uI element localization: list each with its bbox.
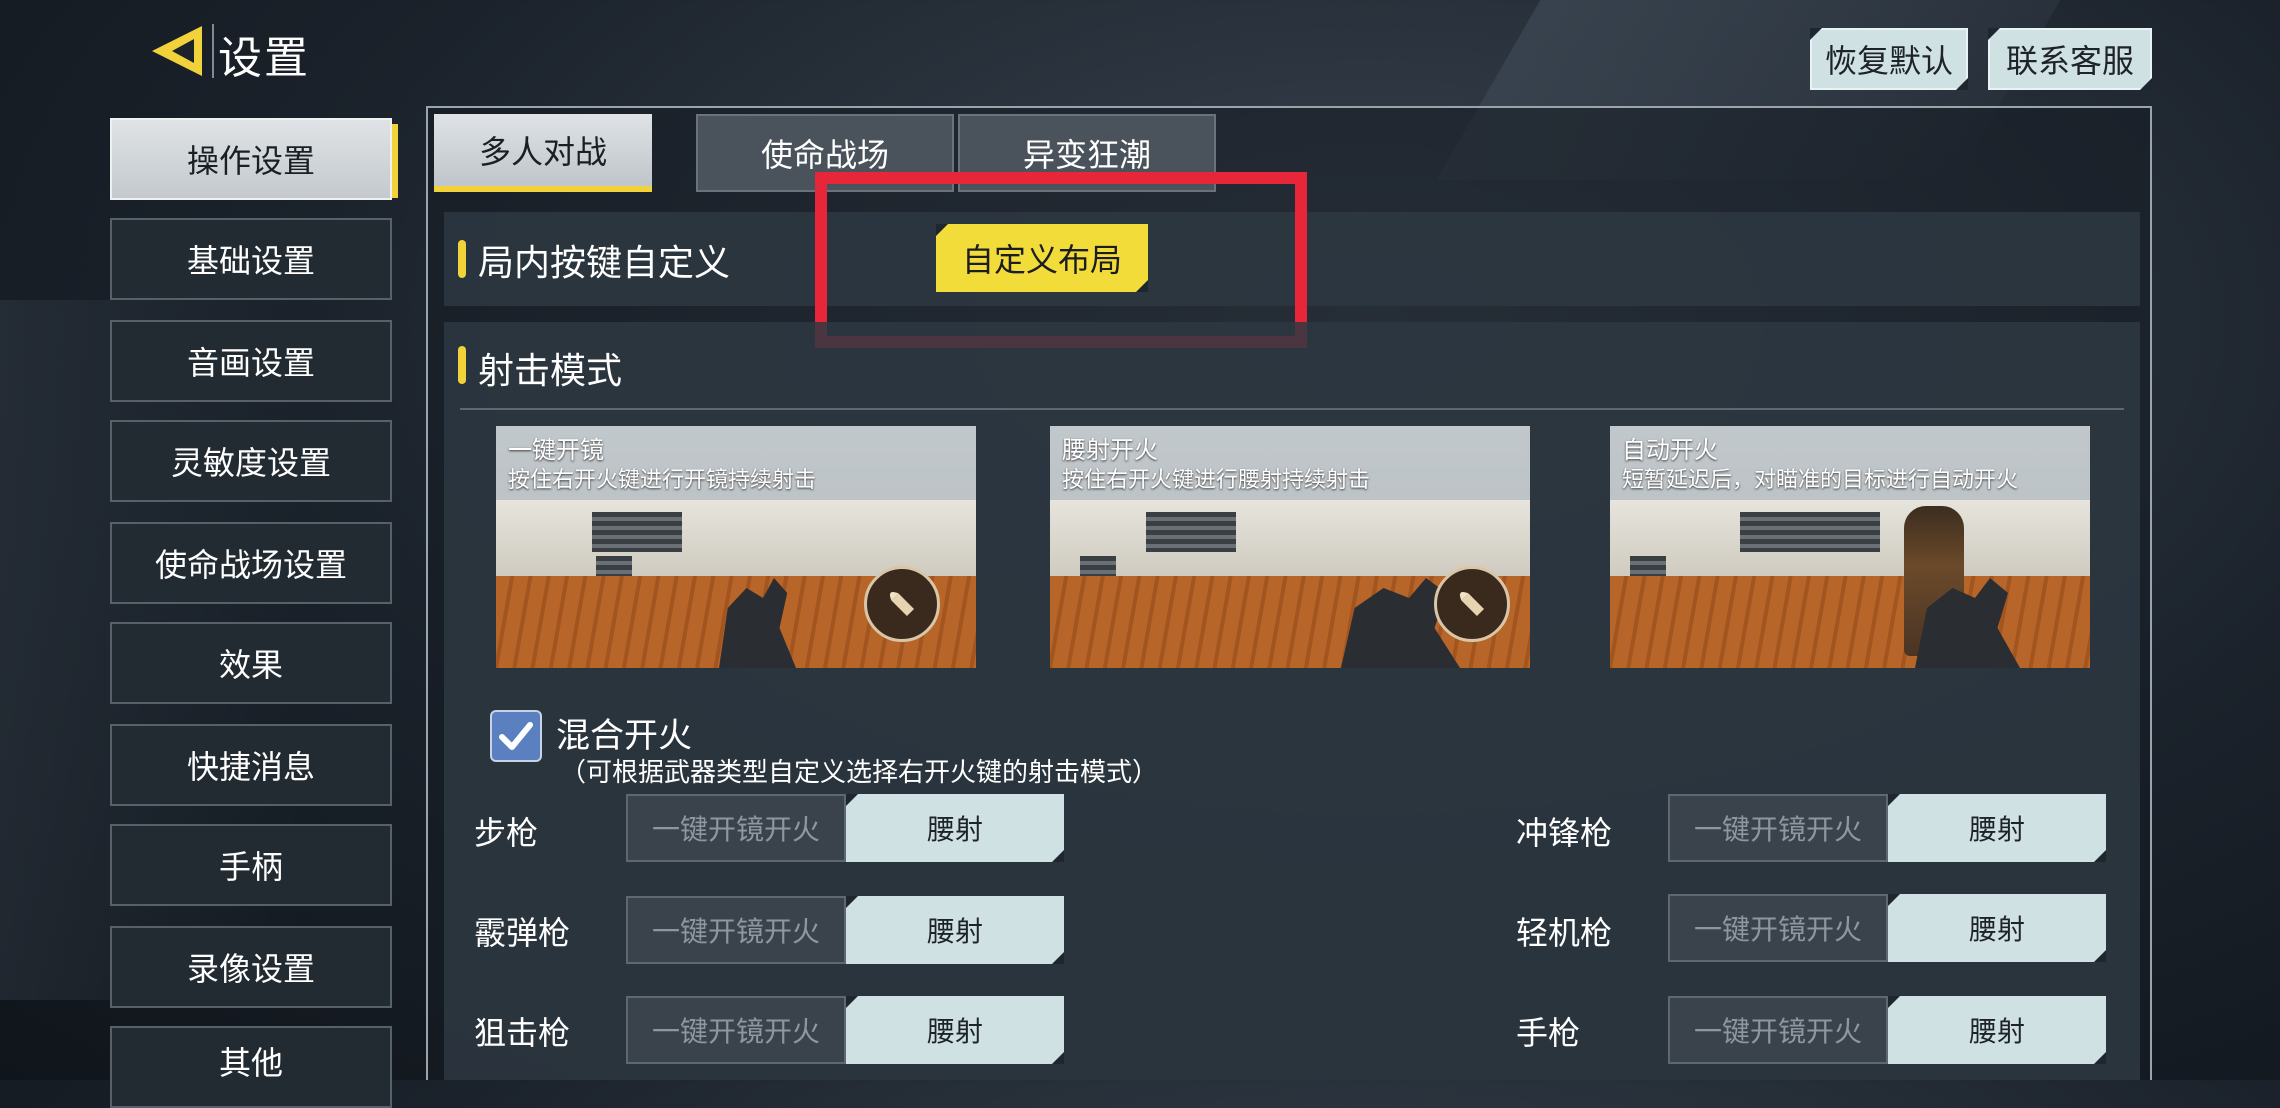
lmg-option-ads[interactable]: 一键开镜开火 xyxy=(1668,894,1888,962)
checkmark-icon xyxy=(499,722,533,750)
custom-keys-title: 局内按键自定义 xyxy=(478,243,731,284)
weapon-label-smg: 冲锋枪 xyxy=(1516,814,1613,852)
smg-option-ads[interactable]: 一键开镜开火 xyxy=(1668,794,1888,862)
section-divider xyxy=(460,408,2124,410)
tab-battle-royale[interactable]: 使命战场 xyxy=(696,114,954,192)
mode-card-ads-fire[interactable]: 一键开镜 按住右开火键进行开镜持续射击 xyxy=(496,426,976,668)
lmg-option-hip[interactable]: 腰射 xyxy=(1888,894,2106,962)
restore-default-button[interactable]: 恢复默认 xyxy=(1810,28,1968,90)
rifle-fire-mode-selector: 一键开镜开火 腰射 xyxy=(626,794,1064,862)
card-title: 自动开火 xyxy=(1622,436,1718,464)
card-description: 按住右开火键进行腰射持续射击 xyxy=(1062,468,1371,493)
contact-support-button[interactable]: 联系客服 xyxy=(1988,28,2152,90)
sidebar-item-audio-video[interactable]: 音画设置 xyxy=(110,320,392,402)
mode-card-hip-fire[interactable]: 腰射开火 按住右开火键进行腰射持续射击 xyxy=(1050,426,1530,668)
page-title: 设置 xyxy=(218,33,310,84)
sidebar-item-operation[interactable]: 操作设置 xyxy=(110,118,398,200)
card-scene-vent xyxy=(1146,512,1236,552)
smg-fire-mode-selector: 一键开镜开火 腰射 xyxy=(1668,794,2106,862)
title-divider xyxy=(212,24,214,78)
back-button[interactable] xyxy=(148,20,210,82)
card-description: 按住右开火键进行开镜持续射击 xyxy=(508,468,817,493)
shoot-mode-title: 射击模式 xyxy=(478,351,623,392)
section-marker xyxy=(458,346,466,384)
shotgun-fire-mode-selector: 一键开镜开火 腰射 xyxy=(626,896,1064,964)
mixed-fire-label: 混合开火 xyxy=(556,716,692,756)
shotgun-option-ads[interactable]: 一键开镜开火 xyxy=(626,896,846,964)
sidebar-item-sensitivity[interactable]: 灵敏度设置 xyxy=(110,420,392,502)
smg-option-hip[interactable]: 腰射 xyxy=(1888,794,2106,862)
weapon-label-lmg: 轻机枪 xyxy=(1516,914,1613,952)
bullet-icon xyxy=(864,566,940,642)
sidebar-item-basic[interactable]: 基础设置 xyxy=(110,218,392,300)
back-arrow-icon xyxy=(152,26,202,76)
card-scene-vent xyxy=(1740,512,1880,552)
sidebar-item-other[interactable]: 其他 xyxy=(110,1026,392,1108)
weapon-label-shotgun: 霰弹枪 xyxy=(474,914,571,952)
mode-card-auto-fire[interactable]: 自动开火 短暂延迟后，对瞄准的目标进行自动开火 xyxy=(1610,426,2090,668)
lmg-fire-mode-selector: 一键开镜开火 腰射 xyxy=(1668,894,2106,962)
card-scene xyxy=(496,500,976,576)
custom-layout-button[interactable]: 自定义布局 xyxy=(936,224,1148,292)
sidebar-item-quick-messages[interactable]: 快捷消息 xyxy=(110,724,392,806)
weapon-label-sniper: 狙击枪 xyxy=(474,1014,571,1052)
sidebar-item-battle-royale[interactable]: 使命战场设置 xyxy=(110,522,392,604)
section-marker xyxy=(458,240,466,278)
sidebar-item-recording[interactable]: 录像设置 xyxy=(110,926,392,1008)
weapon-label-pistol: 手枪 xyxy=(1516,1014,1581,1052)
shotgun-option-hip[interactable]: 腰射 xyxy=(846,896,1064,964)
pistol-option-ads[interactable]: 一键开镜开火 xyxy=(1668,996,1888,1064)
sniper-option-hip[interactable]: 腰射 xyxy=(846,996,1064,1064)
card-title: 一键开镜 xyxy=(508,436,604,464)
card-title: 腰射开火 xyxy=(1062,436,1158,464)
bullet-icon xyxy=(1434,566,1510,642)
mixed-fire-checkbox[interactable] xyxy=(490,710,542,762)
pistol-option-hip[interactable]: 腰射 xyxy=(1888,996,2106,1064)
card-scene xyxy=(1050,500,1530,576)
card-scene-vent xyxy=(592,512,682,552)
rifle-option-ads[interactable]: 一键开镜开火 xyxy=(626,794,846,862)
card-scene-deck xyxy=(1610,576,2090,668)
mixed-fire-hint: （可根据武器类型自定义选择右开火键的射击模式） xyxy=(560,758,1159,788)
sidebar-item-controller[interactable]: 手柄 xyxy=(110,824,392,906)
sniper-option-ads[interactable]: 一键开镜开火 xyxy=(626,996,846,1064)
rifle-option-hip[interactable]: 腰射 xyxy=(846,794,1064,862)
sniper-fire-mode-selector: 一键开镜开火 腰射 xyxy=(626,996,1064,1064)
tab-zombies[interactable]: 异变狂潮 xyxy=(958,114,1216,192)
tab-multiplayer[interactable]: 多人对战 xyxy=(434,114,652,192)
sidebar-item-effects[interactable]: 效果 xyxy=(110,622,392,704)
card-description: 短暂延迟后，对瞄准的目标进行自动开火 xyxy=(1622,468,2019,493)
pistol-fire-mode-selector: 一键开镜开火 腰射 xyxy=(1668,996,2106,1064)
weapon-label-rifle: 步枪 xyxy=(474,814,539,852)
